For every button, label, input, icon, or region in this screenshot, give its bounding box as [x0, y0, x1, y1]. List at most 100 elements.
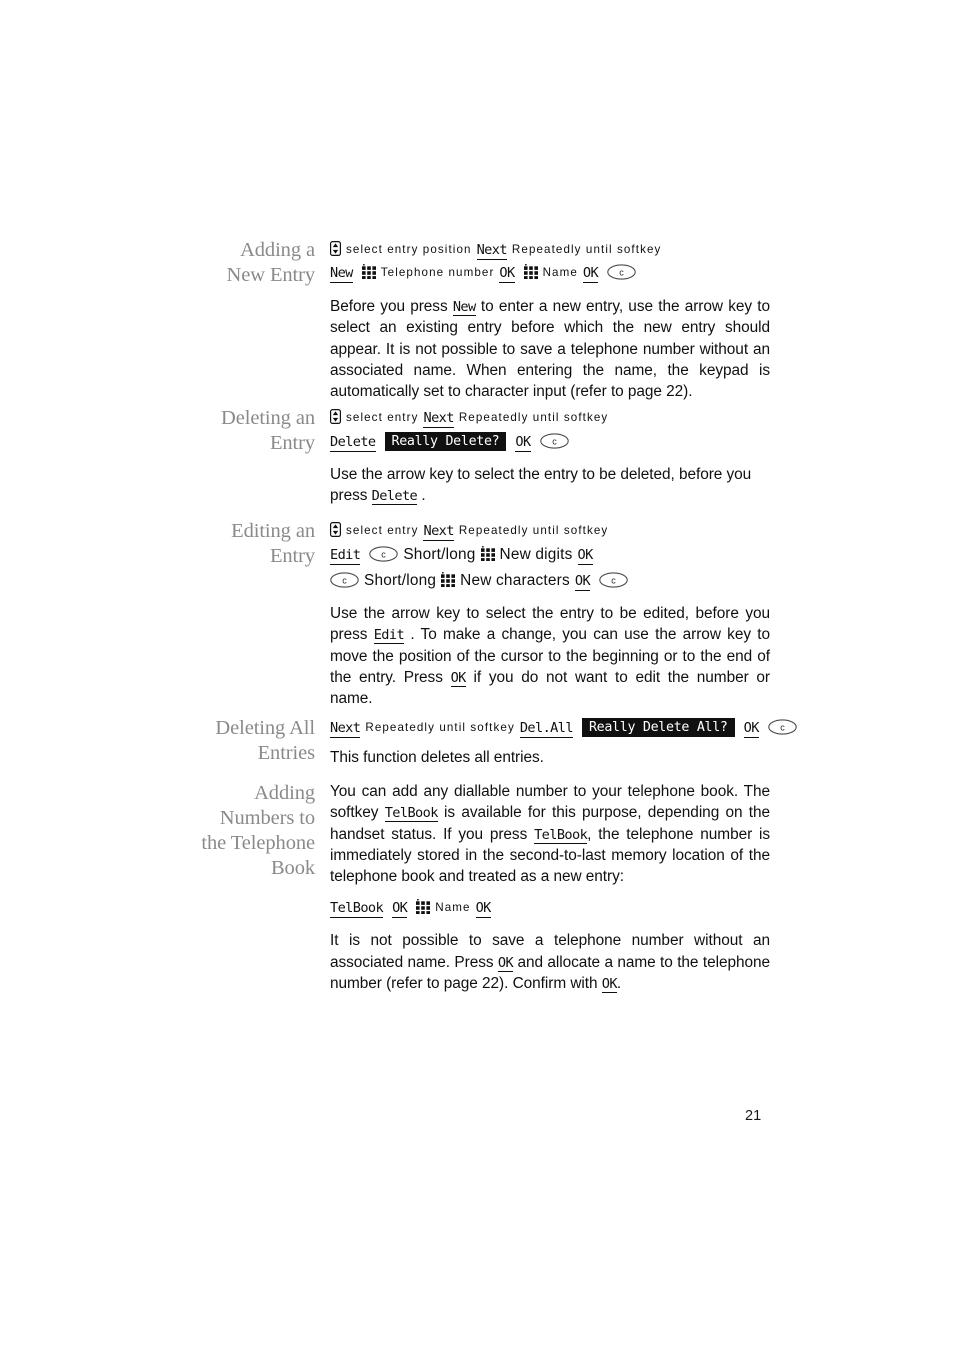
key-sequence-line: Next Repeatedly until softkey Del.All Reall…: [330, 716, 850, 739]
section-heading-adding-numbers: Adding Numbers to the Telephone Book: [150, 781, 315, 881]
svg-text:c: c: [382, 549, 387, 559]
key-sequence-line: Delete Really Delete? OK c: [330, 429, 770, 455]
sequence-text: Repeatedly until softkey: [365, 721, 515, 734]
softkey-ok[interactable]: OK: [499, 266, 515, 283]
section-body: select entry position Next Repeatedly unti…: [330, 238, 770, 402]
softkey-telbook[interactable]: TelBook: [384, 806, 438, 823]
key-sequence-line: select entry position Next Repeatedly unti…: [330, 238, 770, 261]
heading-line: Entry: [269, 432, 315, 454]
softkey-ok[interactable]: OK: [601, 977, 618, 994]
heading-line: Deleting All: [215, 717, 315, 739]
paragraph-text: .: [616, 975, 622, 993]
paragraph: Use the arrow key to select the entry to…: [330, 464, 770, 507]
sequence-text: Repeatedly until softkey: [458, 524, 609, 537]
section-heading-deleting-all-entries: Deleting All Entries: [150, 716, 315, 766]
softkey-next[interactable]: Next: [423, 411, 454, 428]
keypad-icon: [441, 570, 456, 587]
key-sequence-line: select entry Next Repeatedly until softkey: [330, 519, 770, 542]
clear-key-icon: c: [768, 719, 797, 735]
key-sequence-line: c Short/long New characters OK c: [330, 568, 770, 594]
keypad-icon: [361, 263, 376, 279]
sequence-text: select entry: [346, 411, 419, 424]
softkey-ok[interactable]: OK: [450, 671, 466, 687]
document-page: Adding a New Entry select entry position…: [0, 0, 954, 1351]
sequence-text: New digits: [499, 546, 573, 563]
section-body: Next Repeatedly until softkey Del.All Reall…: [330, 716, 850, 768]
key-sequence-line: TelBook OK Name OK: [330, 896, 770, 919]
paragraph: You can add any diallable number to your…: [330, 781, 770, 887]
softkey-edit[interactable]: Edit: [330, 548, 361, 565]
keypad-icon: [416, 898, 431, 915]
sequence-text: Telephone number: [380, 266, 495, 279]
softkey-ok[interactable]: OK: [392, 901, 408, 919]
clear-key-icon: c: [539, 432, 569, 449]
svg-text:c: c: [619, 267, 624, 277]
section-body: select entry Next Repeatedly until softkey…: [330, 519, 770, 709]
heading-line: Book: [270, 857, 315, 879]
nav-updown-icon: [330, 521, 342, 538]
section-body: You can add any diallable number to your…: [330, 781, 770, 994]
key-sequence-line: New Telephone number OK Name OK c: [330, 261, 770, 284]
heading-line: Entry: [269, 545, 315, 567]
sequence-text: Name: [435, 901, 471, 915]
softkey-telbook[interactable]: TelBook: [534, 828, 588, 844]
keypad-icon: [523, 263, 538, 279]
sequence-text: Name: [542, 266, 578, 279]
sequence-text: Short/long: [403, 546, 476, 563]
display-prompt-really-delete-all: Really Delete All?: [581, 718, 735, 737]
heading-line: Adding: [254, 782, 315, 804]
section-body: select entry Next Repeatedly until softkey…: [330, 406, 770, 507]
paragraph: Use the arrow key to select the entry to…: [330, 603, 770, 709]
sequence-text: New characters: [460, 572, 570, 589]
softkey-delete[interactable]: Delete: [330, 435, 376, 452]
clear-key-icon: c: [369, 545, 399, 562]
section-heading-editing-entry: Editing an Entry: [150, 519, 315, 569]
clear-key-icon: c: [330, 571, 359, 588]
heading-line: New Entry: [226, 264, 316, 286]
sequence-text: Short/long: [364, 572, 437, 589]
softkey-next[interactable]: Next: [330, 721, 361, 738]
softkey-new[interactable]: New: [330, 266, 353, 283]
clear-key-icon: c: [599, 571, 628, 588]
softkey-delete-all[interactable]: Del.All: [519, 721, 574, 738]
softkey-ok[interactable]: OK: [515, 435, 531, 452]
heading-line: Deleting an: [221, 407, 315, 429]
key-sequence-line: Edit c Short/long New digits OK: [330, 542, 770, 568]
heading-line: Adding a: [240, 239, 315, 261]
heading-line: the Telephone: [201, 832, 315, 854]
heading-line: Numbers to: [219, 807, 315, 829]
sequence-text: select entry: [346, 524, 419, 537]
heading-line: Editing an: [231, 520, 315, 542]
softkey-ok[interactable]: OK: [475, 901, 491, 919]
svg-text:c: c: [552, 436, 557, 446]
softkey-delete[interactable]: Delete: [371, 489, 418, 506]
display-prompt-really-delete: Really Delete?: [384, 432, 507, 451]
svg-text:c: c: [611, 575, 616, 585]
softkey-ok[interactable]: OK: [497, 956, 514, 972]
softkey-next[interactable]: Next: [423, 524, 454, 541]
softkey-telbook[interactable]: TelBook: [330, 901, 384, 919]
section-heading-deleting-entry: Deleting an Entry: [150, 406, 315, 456]
paragraph-text: .: [417, 487, 426, 505]
keypad-icon: [480, 544, 495, 561]
sequence-text: Repeatedly until softkey: [511, 243, 662, 256]
page-number: 21: [745, 1108, 762, 1124]
heading-line: Entries: [257, 742, 315, 764]
svg-text:c: c: [342, 575, 347, 585]
sequence-text: select entry position: [346, 243, 472, 256]
softkey-edit[interactable]: Edit: [373, 628, 405, 645]
nav-updown-icon: [330, 240, 342, 257]
softkey-ok[interactable]: OK: [577, 548, 593, 565]
paragraph: This function deletes all entries.: [330, 749, 544, 766]
clear-key-icon: c: [607, 264, 636, 280]
softkey-new[interactable]: New: [452, 300, 476, 316]
softkey-ok[interactable]: OK: [574, 574, 591, 591]
softkey-next[interactable]: Next: [476, 243, 508, 260]
key-sequence-line: select entry Next Repeatedly until softkey: [330, 406, 770, 429]
softkey-ok[interactable]: OK: [582, 266, 599, 283]
nav-updown-icon: [330, 408, 342, 425]
section-heading-adding-new-entry: Adding a New Entry: [150, 238, 316, 288]
paragraph: It is not possible to save a telephone n…: [330, 930, 770, 994]
sequence-text: Repeatedly until softkey: [458, 411, 609, 424]
softkey-ok[interactable]: OK: [743, 721, 759, 738]
